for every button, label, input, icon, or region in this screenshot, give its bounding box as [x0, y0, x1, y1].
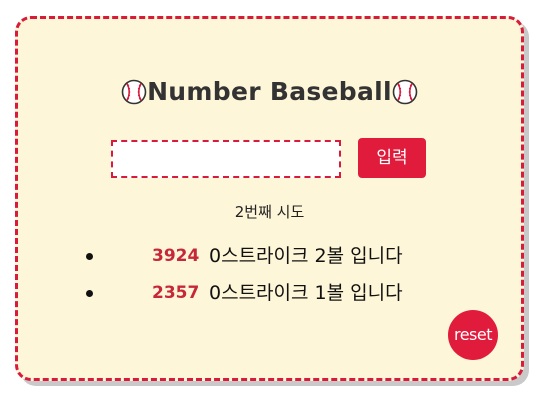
- guess-number: 2357: [152, 283, 200, 303]
- guess-input[interactable]: [111, 140, 341, 178]
- bullet-icon: [86, 290, 93, 297]
- baseball-icon: [121, 79, 147, 105]
- guess-result: 0스트라이크 1볼 입니다: [209, 282, 403, 304]
- page-title: Number Baseball: [18, 77, 521, 106]
- title-text: Number Baseball: [147, 77, 392, 106]
- guess-number: 3924: [152, 246, 200, 266]
- submit-button[interactable]: 입력: [358, 138, 426, 178]
- baseball-icon: [392, 79, 418, 105]
- guess-result: 0스트라이크 2볼 입니다: [209, 245, 403, 267]
- bullet-icon: [86, 253, 93, 260]
- game-card: Number Baseball 입력 2번째 시도 3924 0스트라이크 2볼…: [15, 16, 524, 381]
- reset-button[interactable]: reset: [448, 310, 498, 360]
- attempt-counter: 2번째 시도: [234, 203, 305, 221]
